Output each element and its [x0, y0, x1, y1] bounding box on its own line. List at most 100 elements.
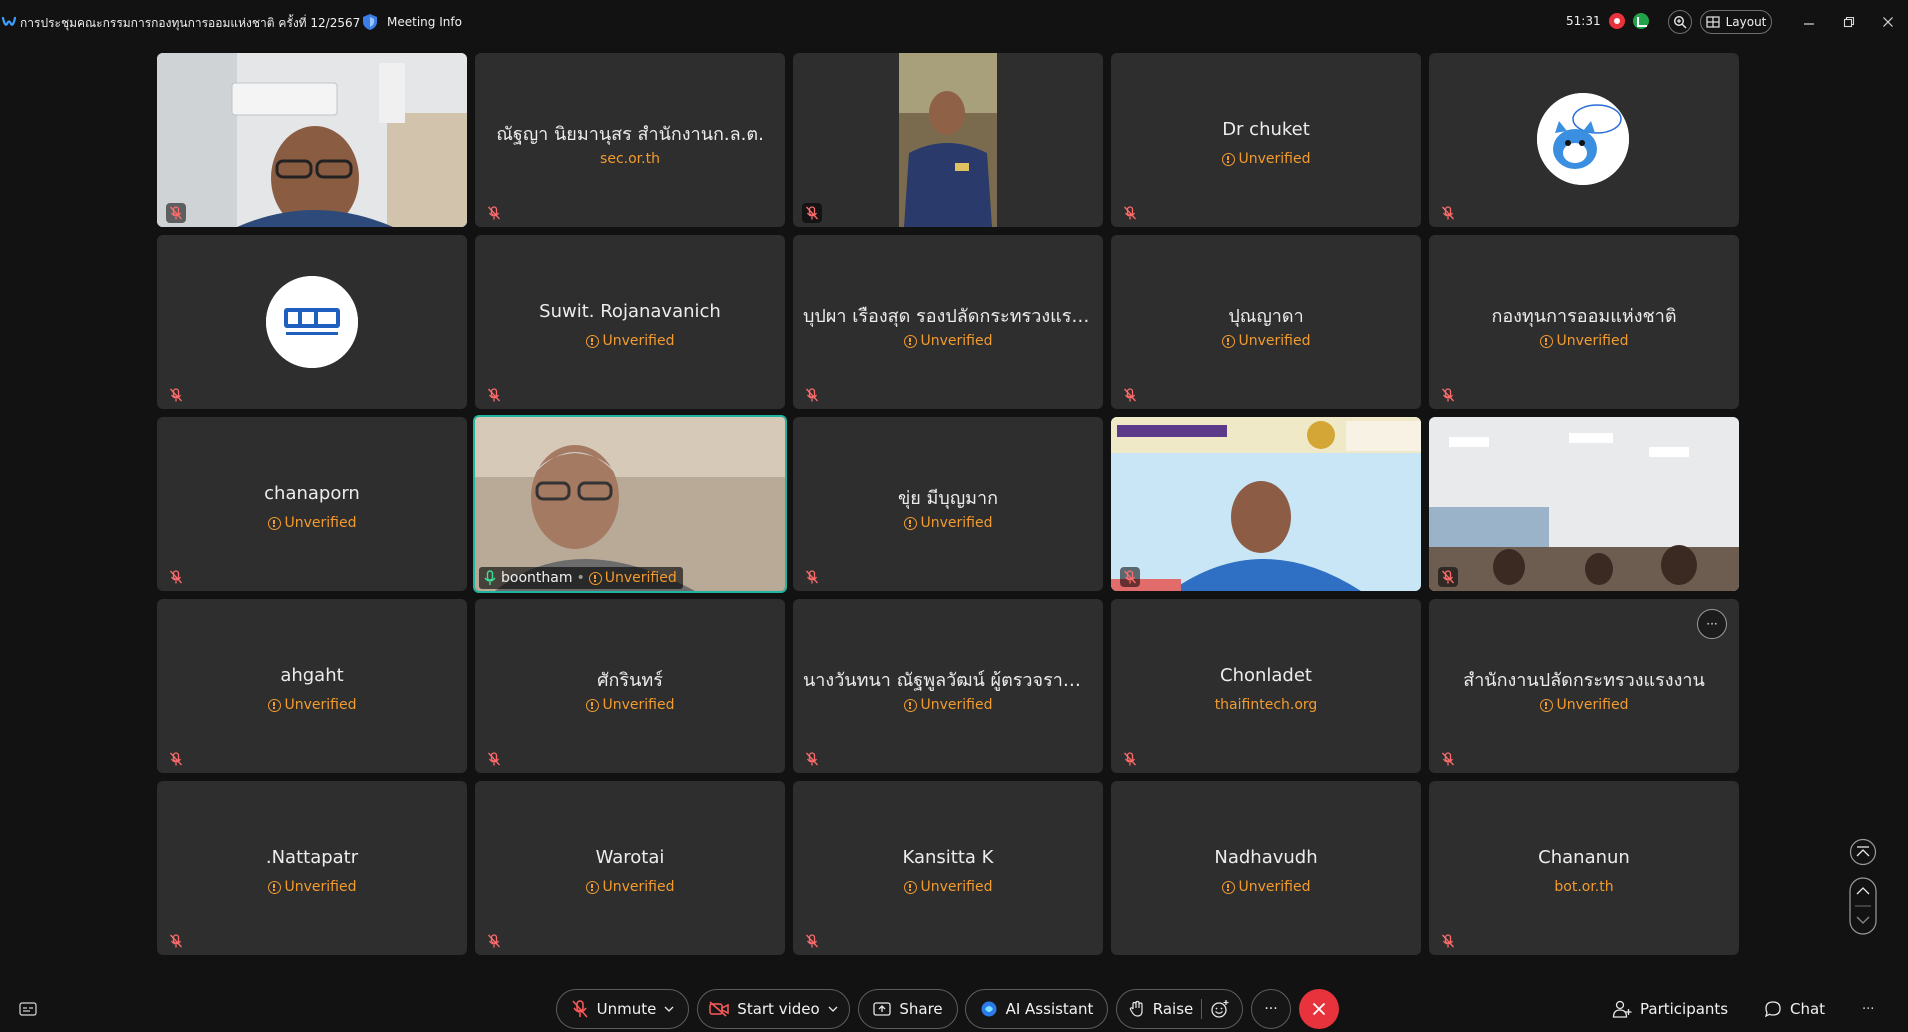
chevron-down-icon[interactable]: [828, 1005, 838, 1013]
participant-tile[interactable]: Warotai Unverified: [475, 781, 785, 955]
participant-tile[interactable]: Chonladet thaifintech.org: [1111, 599, 1421, 773]
captions-button[interactable]: [19, 1001, 37, 1021]
scroll-top-icon: [1849, 838, 1877, 866]
speaker-name-pill: boontham • Unverified: [479, 567, 683, 589]
warning-icon: [903, 334, 917, 348]
unverified-badge: Unverified: [475, 333, 785, 349]
overflow-menu-button[interactable]: ···: [1862, 995, 1874, 1023]
participant-tile[interactable]: [157, 235, 467, 409]
participant-sub: Unverified: [1238, 333, 1311, 349]
participant-name: ณัฐญา นิยมานุสร สำนักงานก.ล.ต.: [496, 124, 764, 145]
participant-tile[interactable]: Kansitta K Unverified: [793, 781, 1103, 955]
participants-label: Participants: [1640, 1000, 1729, 1018]
participant-sub: Unverified: [920, 697, 993, 713]
scroll-to-top-button[interactable]: [1849, 838, 1877, 870]
participant-tile[interactable]: Dr chuket Unverified: [1111, 53, 1421, 227]
chat-button[interactable]: Chat: [1764, 995, 1825, 1023]
warning-icon: [1221, 152, 1235, 166]
tile-more-options-button[interactable]: ···: [1697, 609, 1727, 639]
more-options-button[interactable]: ···: [1251, 989, 1291, 1029]
mic-muted-icon: [1438, 749, 1458, 769]
grid-icon: [1705, 16, 1720, 28]
leave-meeting-button[interactable]: [1299, 989, 1339, 1029]
unverified-badge: Unverified: [793, 879, 1103, 895]
participant-sub: thaifintech.org: [1214, 697, 1318, 713]
warning-icon: [1221, 880, 1235, 894]
participant-tile[interactable]: [1429, 53, 1739, 227]
ai-assistant-icon: [981, 1001, 997, 1017]
participants-icon: [1612, 1000, 1632, 1018]
unverified-badge: Unverified: [1111, 879, 1421, 895]
participant-domain: thaifintech.org: [1111, 697, 1421, 713]
minimize-icon: [1804, 23, 1814, 25]
captions-icon: [19, 1002, 37, 1016]
ai-assistant-button[interactable]: AI Assistant: [965, 989, 1108, 1029]
participants-button[interactable]: Participants: [1612, 995, 1728, 1023]
layout-button[interactable]: Layout: [1700, 10, 1772, 34]
mic-muted-icon: [1438, 931, 1458, 951]
minimize-button[interactable]: [1798, 12, 1820, 32]
page-navigation-control[interactable]: [1849, 877, 1877, 939]
participant-video: [899, 53, 997, 227]
participant-tile[interactable]: [1111, 417, 1421, 591]
mic-muted-icon: [166, 749, 186, 769]
unverified-badge: Unverified: [157, 697, 467, 713]
active-speaker-tile[interactable]: boontham • Unverified: [473, 415, 787, 593]
participant-tile[interactable]: ศักรินทร์ Unverified: [475, 599, 785, 773]
video-off-icon: [709, 1001, 730, 1017]
warning-icon: [903, 880, 917, 894]
participant-tile[interactable]: Suwit. Rojanavanich Unverified: [475, 235, 785, 409]
network-health-icon[interactable]: [1633, 13, 1649, 29]
zoom-button[interactable]: [1668, 10, 1692, 34]
reactions-icon[interactable]: [1210, 999, 1230, 1019]
participant-tile[interactable]: บุปผา เรืองสุด รองปลัดกระทรวงแรง... Unve…: [793, 235, 1103, 409]
warning-icon: [1539, 334, 1553, 348]
participant-name: Kansitta K: [902, 847, 994, 868]
participant-sub: Unverified: [602, 333, 675, 349]
participant-video: [157, 53, 467, 227]
recording-icon[interactable]: [1609, 13, 1625, 29]
participant-sub: Unverified: [284, 515, 357, 531]
mic-muted-icon: [484, 385, 504, 405]
participant-tile[interactable]: chanaporn Unverified: [157, 417, 467, 591]
participant-tile[interactable]: ปุณญาดา Unverified: [1111, 235, 1421, 409]
unmute-button[interactable]: Unmute: [556, 989, 689, 1029]
participant-tile[interactable]: ขุ่ย มีบุญมาก Unverified: [793, 417, 1103, 591]
meeting-info-button[interactable]: Meeting Info: [362, 13, 462, 31]
participant-tile[interactable]: นางวันทนา ณัฐพูลวัฒน์ ผู้ตรวจราชก... Unv…: [793, 599, 1103, 773]
page-up-down-icon: [1849, 877, 1877, 935]
mic-muted-icon: [802, 749, 822, 769]
share-button[interactable]: Share: [858, 989, 958, 1029]
restore-button[interactable]: [1838, 12, 1860, 32]
participant-tile[interactable]: ahgaht Unverified: [157, 599, 467, 773]
mic-muted-icon: [802, 203, 822, 223]
participant-tile[interactable]: ··· สำนักงานปลัดกระทรวงแรงงาน Unverified: [1429, 599, 1739, 773]
unverified-badge: Unverified: [475, 879, 785, 895]
mic-muted-icon: [1438, 567, 1458, 587]
participant-tile[interactable]: [157, 53, 467, 227]
participant-sub: Unverified: [602, 697, 675, 713]
chat-icon: [1764, 1001, 1781, 1018]
participant-name: Warotai: [595, 847, 665, 868]
participant-tile[interactable]: [793, 53, 1103, 227]
participant-tile[interactable]: กองทุนการออมแห่งชาติ Unverified: [1429, 235, 1739, 409]
participant-tile[interactable]: Nadhavudh Unverified: [1111, 781, 1421, 955]
participant-tile[interactable]: ณัฐญา นิยมานุสร สำนักงานก.ล.ต. sec.or.th: [475, 53, 785, 227]
warning-icon: [585, 698, 599, 712]
participant-tile[interactable]: Chananun bot.or.th: [1429, 781, 1739, 955]
participant-tile[interactable]: .Nattapatr Unverified: [157, 781, 467, 955]
layout-label: Layout: [1725, 15, 1767, 29]
title-bar: การประชุมคณะกรรมการกองทุนการออมแห่งชาติ …: [0, 0, 1908, 46]
meeting-title: การประชุมคณะกรรมการกองทุนการออมแห่งชาติ …: [20, 16, 361, 30]
unverified-badge: Unverified: [1111, 151, 1421, 167]
raise-hand-button[interactable]: Raise: [1116, 989, 1243, 1029]
participant-tile[interactable]: [1429, 417, 1739, 591]
restore-icon: [1843, 16, 1855, 28]
start-video-button[interactable]: Start video: [697, 989, 850, 1029]
chevron-down-icon[interactable]: [664, 1005, 674, 1013]
avatar: [266, 276, 358, 368]
warning-icon: [903, 698, 917, 712]
participant-sub: Unverified: [1238, 879, 1311, 895]
close-window-button[interactable]: [1877, 12, 1899, 32]
participant-name: Chananun: [1538, 847, 1630, 868]
